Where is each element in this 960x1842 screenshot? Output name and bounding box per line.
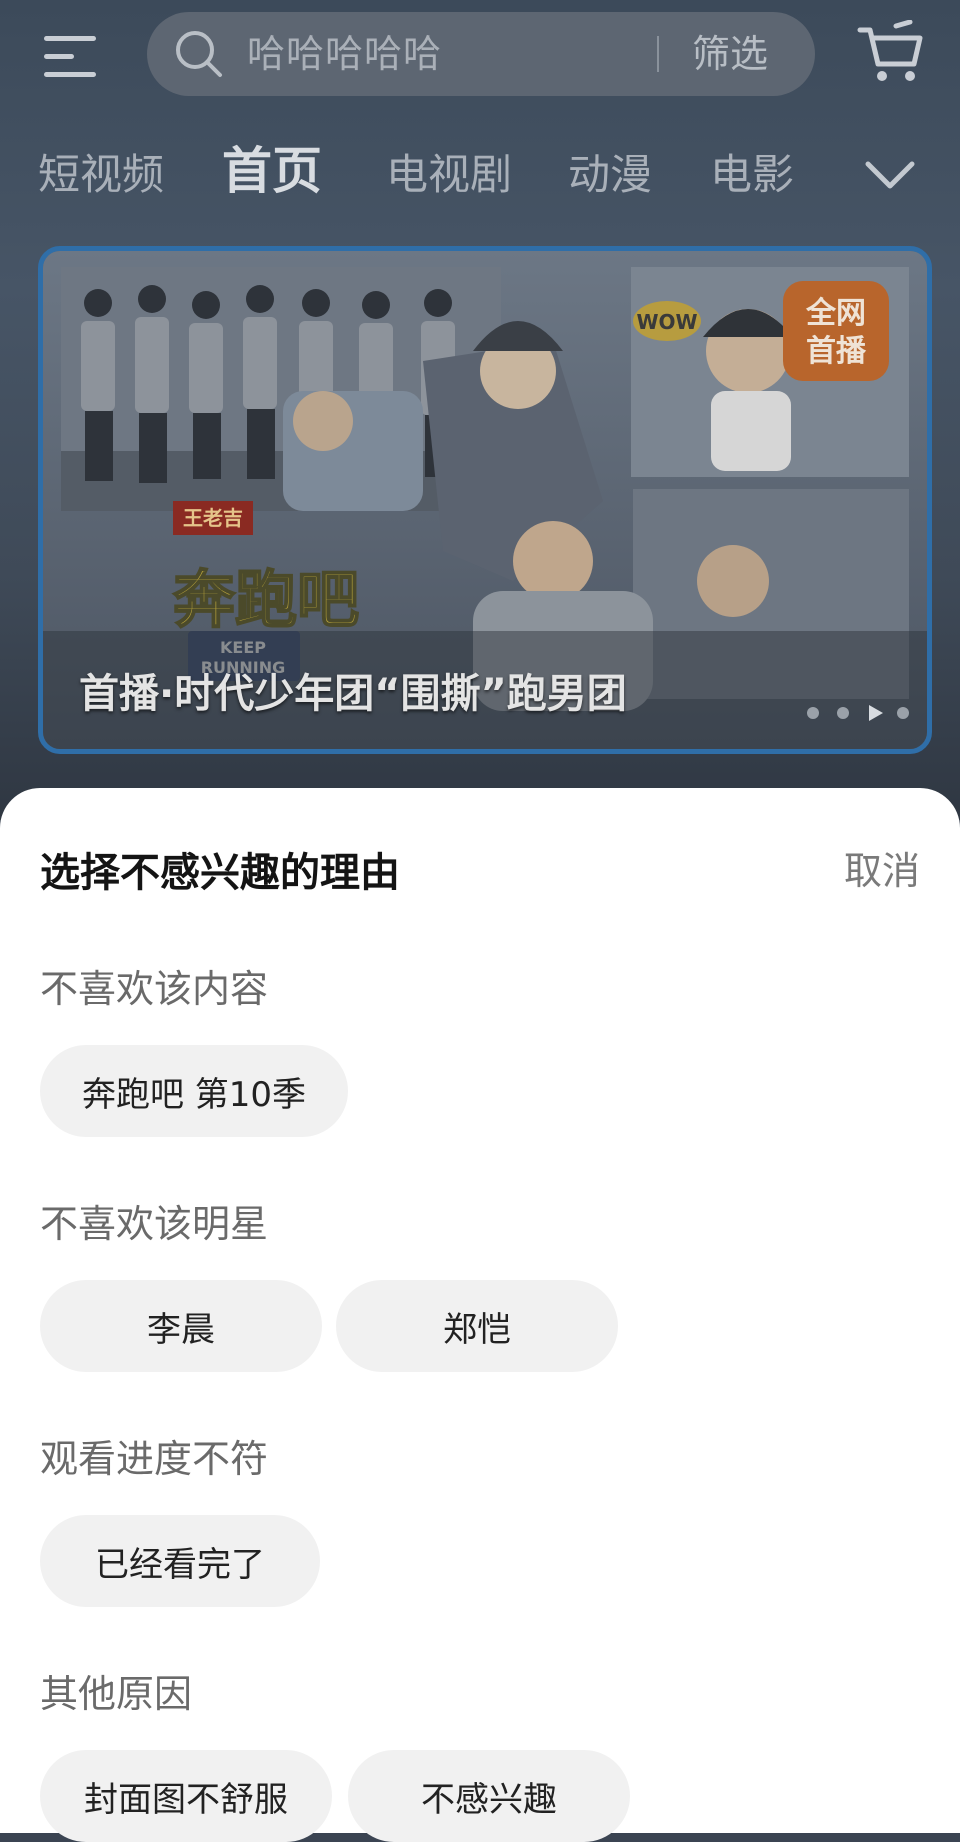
tab-tv-series[interactable]: 电视剧 [386,140,512,210]
home-screen-background: 哈哈哈哈哈 筛选 短视频 首页 电视剧 动漫 电影 全网 首播 WOW 王老吉 … [0,0,960,820]
wow-sticker-text: WOW [636,310,697,334]
menu-icon-line [44,54,74,59]
chevron-down-icon[interactable] [862,152,918,198]
badge-text-line2: 首播 [806,334,867,369]
tab-anime[interactable]: 动漫 [568,140,652,210]
tab-home[interactable]: 首页 [222,136,322,206]
search-bar[interactable]: 哈哈哈哈哈 筛选 [147,12,815,96]
logo-text: 奔跑吧 [173,563,359,636]
reason-chip-star-2[interactable]: 郑恺 [336,1280,618,1372]
reason-chip-star-1[interactable]: 李晨 [40,1280,322,1372]
banner-title: 首播·时代少年团“围撕”跑男团 [79,671,627,717]
sheet-title: 选择不感兴趣的理由 [40,850,400,896]
tab-movie[interactable]: 电影 [710,140,794,210]
reason-chip-cover[interactable]: 封面图不舒服 [40,1750,332,1842]
shopping-cart-icon[interactable] [856,20,926,86]
tab-short-video[interactable]: 短视频 [38,140,164,210]
carousel-dot [897,707,909,719]
badge-text-line1: 全网 [805,296,866,331]
logo-sponsor: 王老吉 [183,506,243,530]
category-tabs: 短视频 首页 电视剧 动漫 电影 [0,140,960,220]
reason-chip-not-interested[interactable]: 不感兴趣 [348,1750,630,1842]
filter-button[interactable]: 筛选 [692,12,768,96]
carousel-indicator [763,699,923,729]
menu-button[interactable] [40,30,100,82]
menu-icon-line [44,72,96,77]
featured-banner[interactable]: 全网 首播 WOW 王老吉 奔跑吧 KEEP RUNNING 首播·时代少年团“… [38,246,932,754]
menu-icon [44,36,96,41]
search-icon [176,31,222,77]
reason-chip-watched[interactable]: 已经看完了 [40,1515,320,1607]
search-placeholder[interactable]: 哈哈哈哈哈 [247,12,442,96]
carousel-play-icon [869,705,883,721]
carousel-dot [807,707,819,719]
section-label-dislike-star: 不喜欢该明星 [40,1202,269,1246]
section-label-other: 其他原因 [40,1672,193,1716]
section-label-progress: 观看进度不符 [40,1437,269,1481]
cancel-button[interactable]: 取消 [844,840,920,895]
section-label-dislike-content: 不喜欢该内容 [40,967,269,1011]
carousel-dot [837,707,849,719]
search-divider [657,36,659,72]
not-interested-sheet: 选择不感兴趣的理由 取消 不喜欢该内容 奔跑吧 第10季 不喜欢该明星 李晨 郑… [0,788,960,1842]
reason-chip-show[interactable]: 奔跑吧 第10季 [40,1045,348,1137]
